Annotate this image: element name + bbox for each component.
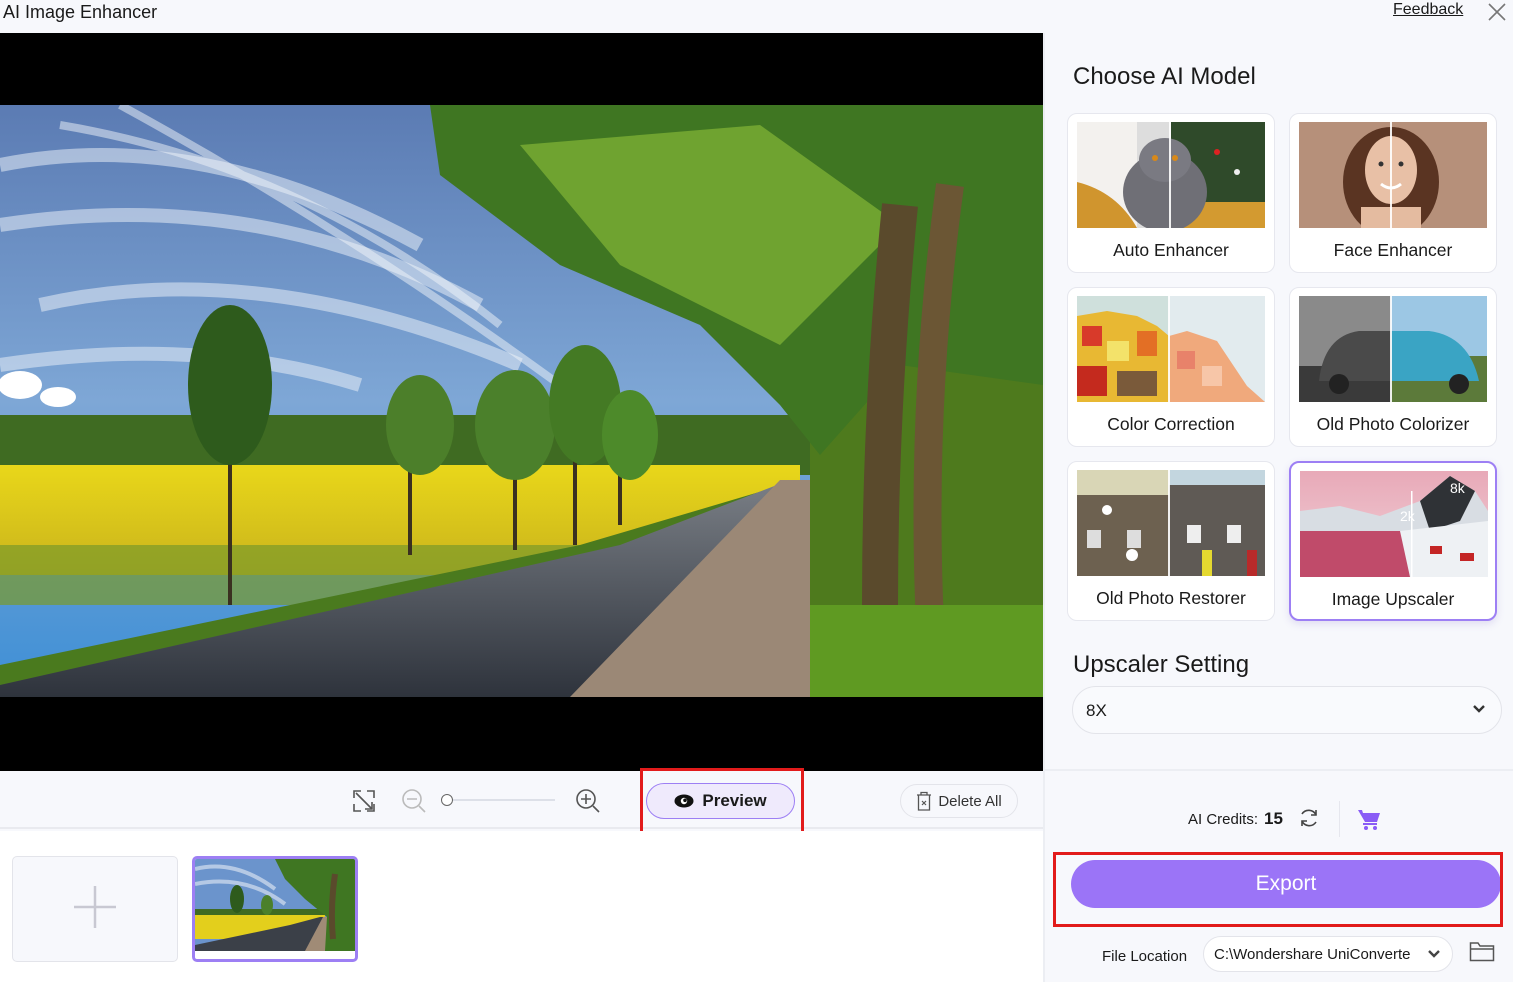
- zoom-slider-track: [449, 799, 555, 801]
- preview-button[interactable]: Preview: [646, 783, 795, 819]
- ai-credits-label: AI Credits:: [1188, 810, 1259, 828]
- fit-to-screen-icon: [353, 790, 375, 812]
- model-label: Old Photo Colorizer: [1316, 414, 1470, 434]
- preview-label: Preview: [702, 791, 767, 810]
- file-location-label: File Location: [1102, 948, 1188, 965]
- buy-credits-button[interactable]: [1357, 808, 1381, 830]
- model-card-face-enhancer[interactable]: Face Enhancer: [1289, 113, 1497, 273]
- face-enhancer-thumbnail: [1299, 122, 1487, 228]
- ai-credits: AI Credits: 15: [1188, 809, 1283, 829]
- image-preview-canvas[interactable]: [0, 33, 1043, 771]
- thumbnail-item[interactable]: [192, 856, 358, 962]
- upscale-from-label: 2k: [1400, 508, 1416, 524]
- model-label: Auto Enhancer: [1113, 240, 1229, 260]
- eye-icon: [674, 794, 694, 808]
- feedback-link[interactable]: Feedback: [1393, 1, 1463, 19]
- add-image-button[interactable]: [12, 856, 178, 962]
- file-location-select[interactable]: C:\Wondershare UniConverte: [1203, 936, 1453, 972]
- folder-icon: [1469, 942, 1495, 962]
- model-label: Face Enhancer: [1333, 240, 1453, 260]
- upscaler-setting-title: Upscaler Setting: [1073, 651, 1250, 678]
- old-photo-colorizer-thumbnail: [1299, 296, 1487, 402]
- close-button[interactable]: [1485, 0, 1509, 24]
- cart-icon: [1358, 810, 1380, 830]
- export-button[interactable]: Export: [1071, 860, 1501, 908]
- title-bar: AI Image Enhancer Feedback: [0, 0, 1513, 33]
- export-label: Export: [1255, 872, 1317, 895]
- preview-image: [0, 105, 1043, 697]
- upscaler-setting-value: 8X: [1086, 701, 1107, 720]
- model-card-old-photo-restorer[interactable]: Old Photo Restorer: [1067, 461, 1275, 621]
- zoom-in-icon: [576, 789, 600, 813]
- plus-icon: [73, 885, 116, 928]
- fit-to-screen-button[interactable]: [351, 788, 377, 814]
- auto-enhancer-thumbnail: [1077, 122, 1265, 228]
- old-photo-restorer-thumbnail: [1077, 470, 1265, 576]
- model-label: Old Photo Restorer: [1096, 588, 1246, 608]
- window-title: AI Image Enhancer: [3, 2, 158, 22]
- model-label: Color Correction: [1107, 414, 1235, 434]
- file-location-value: C:\Wondershare UniConverte: [1214, 946, 1411, 963]
- thumbnail-strip: [0, 831, 1043, 982]
- chevron-down-icon: [1473, 705, 1485, 713]
- credits-separator: [1339, 801, 1340, 837]
- panel-divider: [1045, 769, 1513, 771]
- zoom-slider[interactable]: [441, 794, 555, 806]
- choose-ai-model-title: Choose AI Model: [1073, 63, 1256, 90]
- open-folder-button[interactable]: [1469, 940, 1495, 962]
- refresh-credits-button[interactable]: [1298, 807, 1320, 829]
- app-window: AI Image Enhancer Feedback Preview Delet…: [0, 0, 1513, 982]
- right-panel: Choose AI Model Auto Enhancer Face Enhan…: [1043, 33, 1513, 982]
- image-upscaler-thumbnail: 2k 8k: [1300, 471, 1488, 577]
- close-icon: [1488, 3, 1506, 21]
- delete-all-label: Delete All: [938, 792, 1002, 810]
- thumbnail-image: [195, 859, 355, 951]
- delete-all-button[interactable]: Delete All: [900, 784, 1018, 818]
- model-label: Image Upscaler: [1331, 589, 1455, 609]
- zoom-slider-thumb[interactable]: [441, 794, 453, 806]
- refresh-icon: [1301, 809, 1317, 827]
- color-correction-thumbnail: [1077, 296, 1265, 402]
- zoom-out-icon: [402, 789, 426, 813]
- upscaler-setting-select[interactable]: 8X: [1072, 686, 1502, 734]
- model-card-color-correction[interactable]: Color Correction: [1067, 287, 1275, 447]
- chevron-down-icon: [1428, 950, 1440, 958]
- zoom-in-button[interactable]: [575, 788, 601, 814]
- model-card-auto-enhancer[interactable]: Auto Enhancer: [1067, 113, 1275, 273]
- trash-icon: [917, 791, 932, 811]
- ai-credits-value: 15: [1264, 809, 1283, 828]
- model-card-image-upscaler[interactable]: 2k 8k Image Upscaler: [1289, 461, 1497, 621]
- model-card-old-photo-colorizer[interactable]: Old Photo Colorizer: [1289, 287, 1497, 447]
- zoom-out-button[interactable]: [401, 788, 427, 814]
- upscale-to-label: 8k: [1450, 480, 1466, 496]
